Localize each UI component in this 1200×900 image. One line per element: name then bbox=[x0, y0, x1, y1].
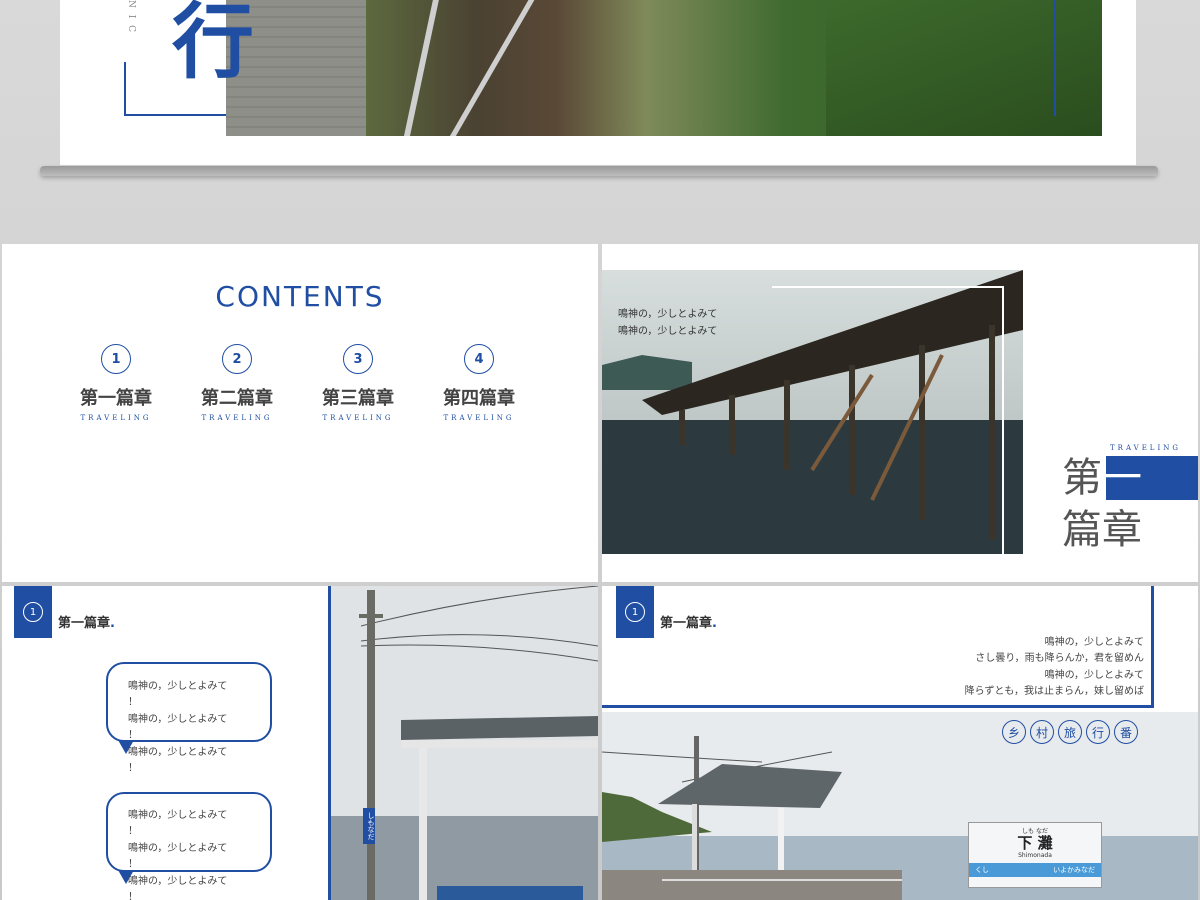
title-char: 行 bbox=[172, 0, 254, 90]
station-poem-line-4: 降らずとも，我は止まらん，妹し留めば bbox=[964, 686, 1144, 698]
top-slide: N I C 行 bbox=[60, 0, 1136, 165]
bubble-2-line-6: ！ bbox=[128, 892, 138, 900]
bubble-1-line-3: 鳴神の，少しとよみて bbox=[128, 713, 228, 725]
contents-title-3: 第三篇章 bbox=[322, 388, 394, 409]
chapter-number-box: 1 bbox=[14, 586, 52, 638]
section-heading-dot: . bbox=[110, 616, 115, 631]
contents-title-2: 第二篇章 bbox=[201, 388, 273, 409]
photo-frame bbox=[772, 286, 1004, 556]
chapter-title-part1: 第 bbox=[1062, 455, 1102, 501]
contents-num-4: 4 bbox=[464, 344, 494, 374]
railway-photo bbox=[226, 0, 1102, 136]
contents-item-1[interactable]: 1 第一篇章 TRAVELING bbox=[61, 344, 171, 422]
tag-3: 旅 bbox=[1058, 720, 1082, 744]
bubble-2-line-2: ！ bbox=[128, 826, 138, 838]
sign-right: いよかみなだ bbox=[1053, 866, 1095, 874]
right-frame-line bbox=[1054, 0, 1056, 116]
sign-left: くし bbox=[975, 866, 989, 874]
contents-title-1: 第一篇章 bbox=[80, 388, 152, 409]
contents-item-3[interactable]: 3 第三篇章 TRAVELING bbox=[303, 344, 413, 422]
bubble-2-text: 鳴神の，少しとよみて ！ 鳴神の，少しとよみて ！ 鳴神の，少しとよみて ！ bbox=[128, 808, 227, 900]
slide-shadow bbox=[40, 166, 1158, 176]
chapter-title-line2: 篇章 bbox=[1062, 507, 1142, 553]
bubble-2-line-4: ！ bbox=[128, 859, 138, 871]
tag-4: 行 bbox=[1086, 720, 1110, 744]
bubbles-slide[interactable]: 1 第一篇章. 鳴神の，少しとよみて ！ 鳴神の，少しとよみて ！ 鳴神の，少し… bbox=[2, 586, 598, 900]
contents-num-1: 1 bbox=[101, 344, 131, 374]
bubble-1-line-5: 鳴神の，少しとよみて bbox=[128, 746, 228, 758]
contents-num-2: 2 bbox=[222, 344, 252, 374]
tag-2: 村 bbox=[1030, 720, 1054, 744]
contents-title: CONTENTS bbox=[215, 280, 385, 313]
station-sign: しも なだ 下 灘 Shimonada くし いよかみなだ bbox=[968, 822, 1102, 888]
contents-title-4: 第四篇章 bbox=[443, 388, 515, 409]
station-pole-photo bbox=[331, 586, 598, 900]
contents-num-3: 3 bbox=[343, 344, 373, 374]
contents-item-4[interactable]: 4 第四篇章 TRAVELING bbox=[424, 344, 534, 422]
station-poem-line-2: さし曇り，雨も降らんか，君を留めん bbox=[975, 653, 1144, 665]
chapter-number: 1 bbox=[23, 602, 43, 622]
chapter-title-part2: 一 bbox=[1102, 455, 1142, 501]
bubble-1-line-6: ！ bbox=[128, 763, 138, 775]
section-heading-text: 第一篇章 bbox=[58, 616, 111, 631]
chapter-poem-line-1: 鳴神の，少しとよみて bbox=[618, 309, 718, 320]
section-heading: 第一篇章. bbox=[58, 612, 115, 631]
sign-romaji: Shimonada bbox=[1018, 852, 1052, 859]
station-poem: 鳴神の，少しとよみて さし曇り，雨も降らんか，君を留めん 鳴神の，少しとよみて … bbox=[965, 635, 1144, 701]
station-poem-line-3: 鳴神の，少しとよみて bbox=[1044, 669, 1144, 681]
bubble-1-line-4: ！ bbox=[128, 730, 138, 742]
station-poem-line-1: 鳴神の，少しとよみて bbox=[1044, 637, 1144, 648]
station-slide[interactable]: 1 第一篇章. 鳴神の，少しとよみて さし曇り，雨も降らんか，君を留めん 鳴神の… bbox=[602, 586, 1198, 900]
contents-slide[interactable]: CONTENTS 1 第一篇章 TRAVELING 2 第二篇章 TRAVELI… bbox=[2, 244, 598, 582]
chapter-poem-line-2: 鳴神の，少しとよみて bbox=[618, 326, 718, 337]
tag-row: 乡 村 旅 行 番 bbox=[998, 720, 1138, 744]
contents-item-2[interactable]: 2 第二篇章 TRAVELING bbox=[182, 344, 292, 422]
tag-1: 乡 bbox=[1002, 720, 1026, 744]
contents-sub-3: TRAVELING bbox=[322, 414, 394, 422]
contents-sub-1: TRAVELING bbox=[80, 414, 152, 422]
sign-direction-bar: くし いよかみなだ bbox=[969, 863, 1101, 877]
bubble-2-line-5: 鳴神の，少しとよみて bbox=[128, 875, 228, 887]
vertical-text: N I C bbox=[126, 0, 136, 35]
contents-sub-4: TRAVELING bbox=[443, 414, 515, 422]
chapter-title-line1: 第一 bbox=[1062, 454, 1142, 502]
chapter-poem: 鳴神の，少しとよみて 鳴神の，少しとよみて bbox=[618, 306, 717, 340]
chapter-slide[interactable]: 鳴神の，少しとよみて 鳴神の，少しとよみて TRAVELING 第一 篇章 bbox=[602, 244, 1198, 582]
tag-5: 番 bbox=[1114, 720, 1138, 744]
bubble-1-text: 鳴神の，少しとよみて ！ 鳴神の，少しとよみて ！ 鳴神の，少しとよみて ！ bbox=[128, 679, 227, 777]
chapter-sub: TRAVELING bbox=[1110, 444, 1181, 452]
bubble-1-line-1: 鳴神の，少しとよみて bbox=[128, 681, 228, 692]
bubble-1-line-2: ！ bbox=[128, 697, 138, 709]
left-frame-corner bbox=[124, 62, 128, 116]
bubble-2-line-1: 鳴神の，少しとよみて bbox=[128, 810, 228, 821]
bubble-2-line-3: 鳴神の，少しとよみて bbox=[128, 842, 228, 854]
pole-sign-text: しもなだ bbox=[367, 812, 375, 840]
title-char-blue: 行 bbox=[172, 0, 255, 90]
contents-sub-2: TRAVELING bbox=[201, 414, 273, 422]
sign-title: 下 灘 bbox=[1017, 834, 1053, 852]
